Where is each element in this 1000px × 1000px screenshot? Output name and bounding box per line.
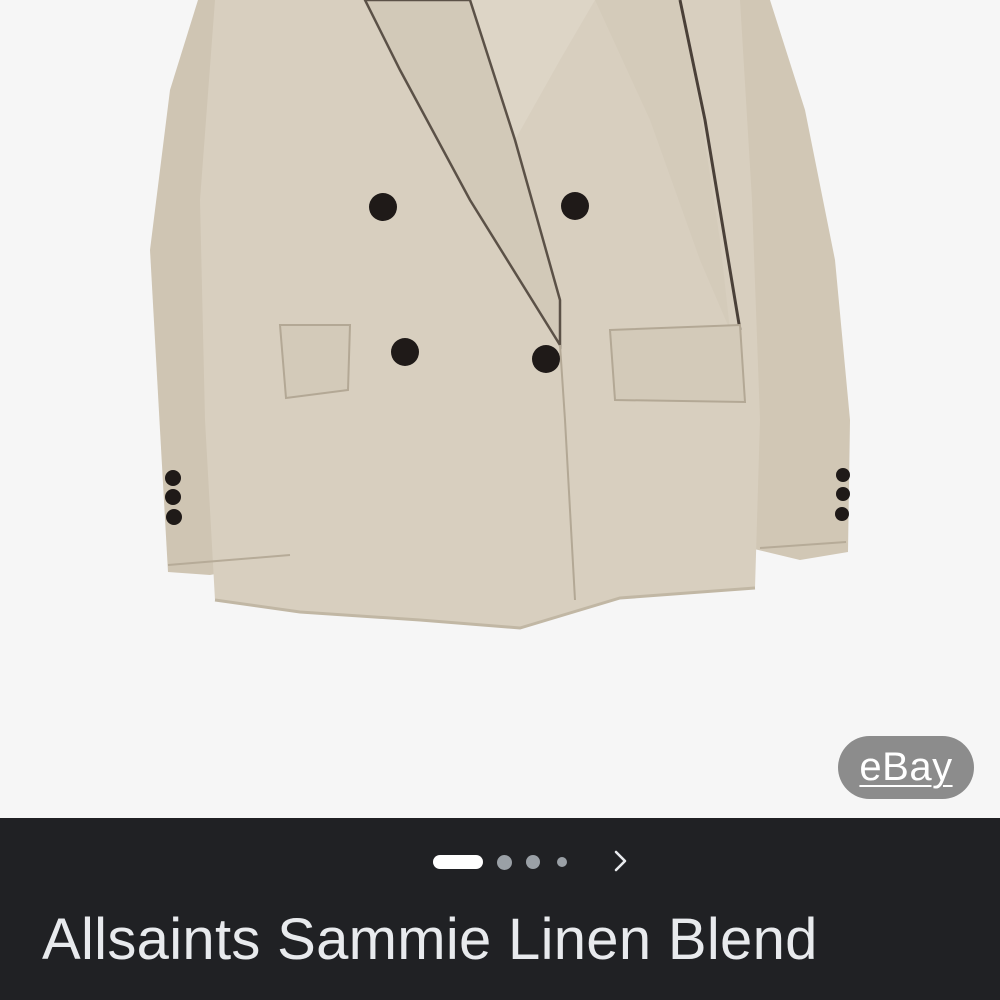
chevron-right-icon[interactable]	[608, 848, 634, 874]
info-panel: Allsaints Sammie Linen Blend	[0, 818, 1000, 1000]
image-carousel-indicator	[0, 848, 1000, 872]
carousel-dot[interactable]	[497, 855, 512, 870]
button-bottom-right	[532, 345, 560, 373]
carousel-dot[interactable]	[526, 855, 540, 869]
carousel-dot-active[interactable]	[433, 855, 483, 869]
result-title[interactable]: Allsaints Sammie Linen Blend	[42, 906, 818, 973]
button-top-left	[369, 193, 397, 221]
product-image[interactable]: eBay	[0, 0, 1000, 818]
button-bottom-left	[391, 338, 419, 366]
button-top-right	[561, 192, 589, 220]
source-badge-button[interactable]: eBay	[838, 736, 974, 799]
right-pocket-flap	[608, 323, 747, 404]
carousel-dot[interactable]	[557, 857, 567, 867]
image-result-viewer: eBay Allsaints Sammie Linen Blend	[0, 0, 1000, 1000]
left-pocket-flap	[278, 324, 352, 400]
blazer-photo	[150, 0, 850, 630]
source-badge-label: eBay	[859, 745, 953, 789]
